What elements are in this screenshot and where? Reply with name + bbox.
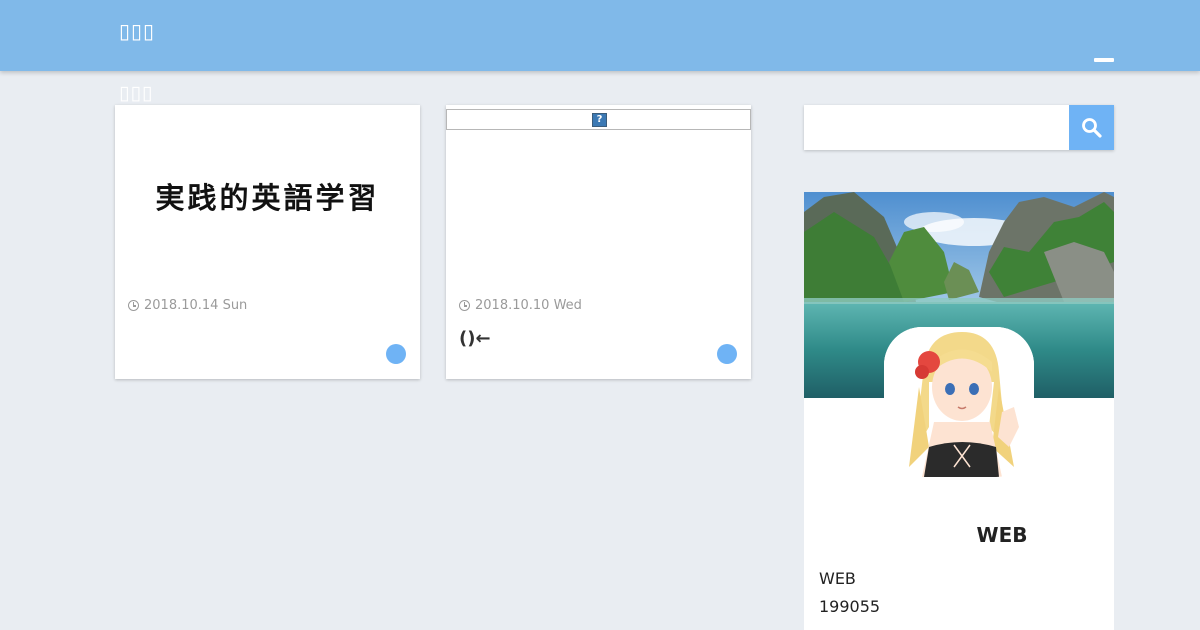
- post-date: 2018.10.14 Sun: [128, 298, 247, 313]
- post-card[interactable]: 実践的英語学習 2018.10.14 Sun: [115, 105, 420, 379]
- post-date: 2018.10.10 Wed: [459, 298, 582, 313]
- clock-icon: [128, 300, 139, 311]
- category-dot-icon: [717, 344, 737, 364]
- profile-widget: WEB WEB 199055: [804, 192, 1114, 630]
- post-thumbnail[interactable]: 実践的英語学習: [115, 175, 420, 217]
- search-button[interactable]: [1069, 105, 1114, 150]
- post-thumbnail[interactable]: ?: [446, 109, 751, 130]
- post-date-text: 2018.10.10 Wed: [475, 298, 582, 313]
- search-input[interactable]: [804, 105, 1069, 150]
- search-icon: [1082, 118, 1102, 138]
- avatar: [884, 327, 1034, 477]
- profile-name: WEB: [976, 523, 1028, 547]
- site-header: ▯▯▯: [0, 0, 1200, 71]
- post-title[interactable]: ()←: [459, 328, 491, 349]
- post-card[interactable]: ? 2018.10.10 Wed ()←: [446, 105, 751, 379]
- site-title[interactable]: ▯▯▯: [119, 19, 155, 43]
- post-date-text: 2018.10.14 Sun: [144, 298, 248, 313]
- category-dot-icon: [386, 344, 406, 364]
- clock-icon: [459, 300, 470, 311]
- profile-description: 199055: [819, 597, 881, 616]
- search-form: [804, 105, 1114, 150]
- broken-image-icon: ?: [592, 113, 607, 127]
- menu-icon[interactable]: [1094, 58, 1114, 62]
- site-subtitle: ▯▯▯: [119, 82, 154, 104]
- profile-description: WEB: [819, 569, 856, 588]
